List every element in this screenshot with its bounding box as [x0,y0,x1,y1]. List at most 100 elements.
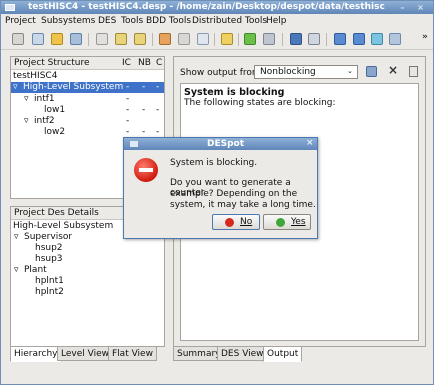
minimize-button[interactable]: – [398,3,407,12]
bdd-icon[interactable] [197,33,209,45]
list-label: High-Level Subsystem [13,221,114,231]
chart-icon[interactable] [334,33,346,45]
clear-icon[interactable]: × [388,63,398,77]
des-remove-icon[interactable] [115,33,127,45]
main-window: testHISC4 - testHISC4.desp - /home/zain/… [0,0,434,385]
dialog-close-button[interactable]: × [306,138,314,148]
list-label: Plant [24,265,47,275]
tab-label: Flat View [112,349,153,359]
ic-value: - [126,116,130,126]
list-label: hsup3 [35,254,63,264]
window-title: testHISC4 - testHISC4.desp - /home/zain/… [28,2,385,12]
select-value: Nonblocking [260,67,316,77]
expander-icon[interactable]: ▿ [14,265,19,275]
dialog-message-main: System is blocking. [170,158,258,168]
properties-icon[interactable] [178,33,190,45]
run-icon[interactable] [389,33,401,45]
edit-des-icon[interactable] [159,33,171,45]
close-window-button[interactable]: × [416,3,425,12]
edit-icon[interactable] [51,33,63,45]
list-label: Supervisor [24,232,73,242]
expander-icon[interactable]: ▿ [13,82,18,92]
eye-icon[interactable] [263,33,275,45]
right-tab-bar: Summary DES View Output [173,346,426,362]
tab-label: DES View [221,349,264,359]
subsystem-icon[interactable] [134,33,146,45]
ic-value: - [126,82,130,92]
left-tab-bar: Hierarchy Level View Flat View [10,346,165,362]
expander-icon[interactable]: ▿ [24,94,29,104]
output-source-select[interactable]: Nonblocking ⌄ [254,65,358,79]
toolbar-separator [282,33,283,46]
dialog-app-icon [130,141,138,147]
tree-row[interactable]: low1 - - - [11,105,164,116]
wrench-icon[interactable] [290,33,302,45]
menu-project[interactable]: Project [5,16,36,26]
new-project-icon[interactable] [12,33,24,45]
list-item[interactable]: hsup2 [11,243,164,254]
yes-button-label: Yes [291,217,306,227]
check-icon[interactable] [244,33,256,45]
list-item[interactable]: hsup3 [11,254,164,265]
menu-subsystems[interactable]: Subsystems [41,16,95,26]
menu-des[interactable]: DES [98,16,116,26]
list-label: hsup2 [35,243,63,253]
flag-icon[interactable] [221,33,233,45]
chevron-down-icon: ⌄ [347,67,353,75]
app-icon [5,4,15,11]
document-icon[interactable] [409,66,418,77]
des-add-icon[interactable] [96,33,108,45]
title-bar: testHISC4 - testHISC4.desp - /home/zain/… [1,1,433,14]
no-icon [225,218,234,227]
column-header-nb[interactable]: NB [138,58,151,68]
no-button-label: No [240,217,253,227]
toolbar: » [1,29,433,50]
chart2-icon[interactable] [353,33,365,45]
tree-row[interactable]: ▿ intf2 - [11,116,164,127]
column-header-des-details[interactable]: Project Des Details [14,208,99,218]
list-item[interactable]: hplnt2 [11,287,164,298]
open-project-icon[interactable] [32,33,44,45]
menu-help[interactable]: Help [266,16,287,26]
dialog-message-line: system, it may take a long time. [170,200,316,210]
list-item[interactable]: ▿ Plant [11,265,164,276]
dialog-message-line: example? Depending on the [170,189,298,199]
menu-distributed-tools[interactable]: Distributed Tools [192,16,267,26]
step-icon[interactable] [371,33,383,45]
nb-value: - [142,127,146,137]
tab-level-view[interactable]: Level View [57,346,113,361]
tab-label: Summary [177,349,221,359]
list-label: hplnt1 [35,276,64,286]
list-item[interactable]: hplnt1 [11,276,164,287]
tab-label: Output [267,349,299,359]
tab-output[interactable]: Output [263,346,303,362]
ic-value: - [126,94,130,104]
copy-icon[interactable] [366,66,377,77]
yes-button[interactable]: Yes [263,214,311,230]
tree-row[interactable]: ▿ intf1 - [11,94,164,105]
column-header-project-structure[interactable]: Project Structure [14,58,90,68]
toolbar-separator [326,33,327,46]
tab-label: Hierarchy [14,349,58,359]
expander-icon[interactable]: ▿ [24,116,29,126]
tree-label: High-Level Subsystem [23,82,124,92]
menu-bdd-tools[interactable]: BDD Tools [146,16,191,26]
column-header-ic[interactable]: IC [122,58,131,68]
expander-icon[interactable]: ▿ [14,232,19,242]
print-icon[interactable] [308,33,320,45]
tab-hierarchy[interactable]: Hierarchy [10,346,62,362]
tree-row-selected[interactable]: ▿ High-Level Subsystem - - - [11,82,164,93]
toolbar-separator [152,33,153,46]
output-body: The following states are blocking: [184,98,336,108]
tab-flat-view[interactable]: Flat View [108,346,157,361]
toolbar-separator [88,33,89,46]
view-icon[interactable] [70,33,82,45]
column-header-c[interactable]: C [156,58,162,68]
toolbar-overflow-button[interactable]: » [422,32,428,42]
show-output-label: Show output from: [180,68,264,78]
list-label: hplnt2 [35,287,64,297]
menu-tools[interactable]: Tools [121,16,143,26]
tree-row[interactable]: testHISC4 [11,71,164,82]
no-button[interactable]: No [212,214,260,230]
tab-des-view[interactable]: DES View [217,346,268,361]
